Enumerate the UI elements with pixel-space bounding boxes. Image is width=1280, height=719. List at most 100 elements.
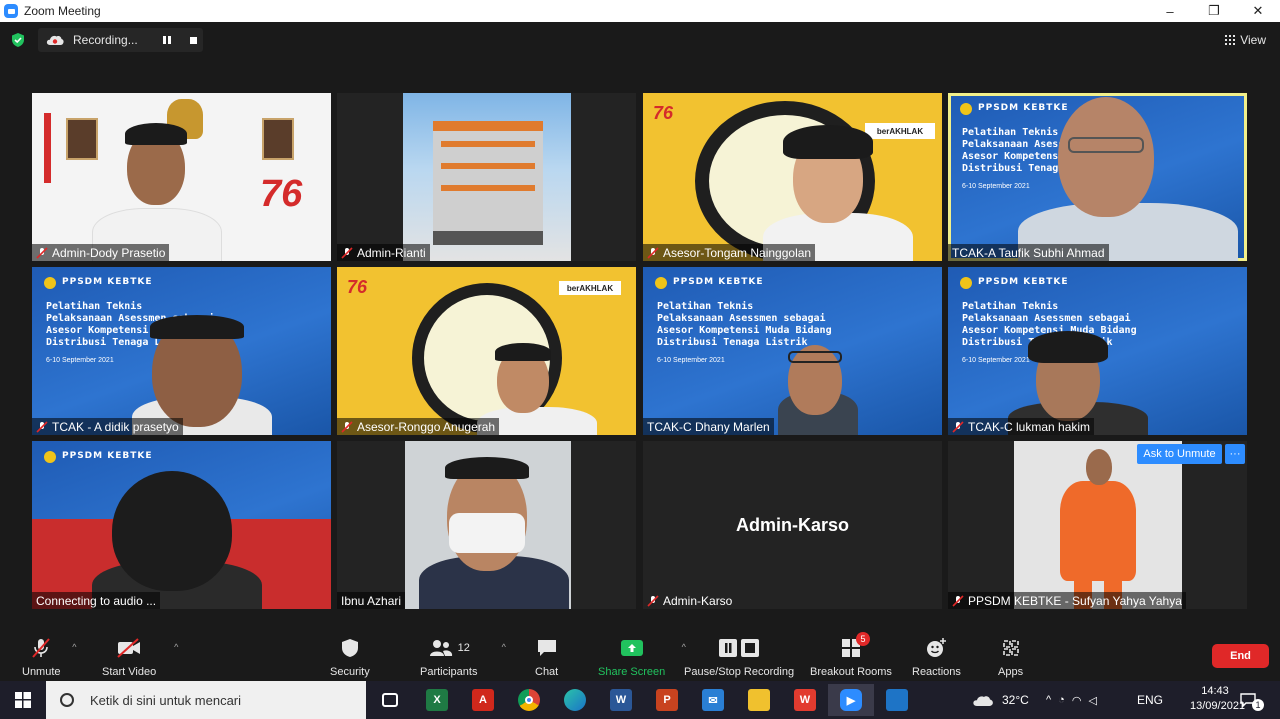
banner-date: 6-10 September 2021 [657, 357, 725, 364]
ask-to-unmute-button[interactable]: Ask to Unmute [1137, 444, 1222, 464]
edge-app[interactable] [552, 684, 598, 716]
clock-date: 13/09/2021 [1190, 700, 1246, 712]
wifi-icon[interactable]: ◠ [1072, 694, 1089, 707]
banner-org: PPSDM KEBTKE [62, 277, 153, 287]
share-screen-label: Share Screen [598, 666, 666, 678]
notification-count: 1 [1252, 699, 1264, 711]
close-button[interactable]: ✕ [1236, 0, 1280, 22]
participant-name: Admin-Karso [643, 592, 736, 609]
photos-app[interactable] [874, 684, 920, 716]
taskbar-clock[interactable]: 14:43 13/09/2021 [1190, 684, 1246, 714]
video-tile[interactable]: PPSDM KEBTKE Connecting to audio ... [32, 441, 331, 609]
volume-icon[interactable]: ◁ [1088, 694, 1103, 707]
share-screen-button[interactable]: ^ Share Screen [598, 636, 686, 678]
esdm-logo-icon [44, 277, 56, 289]
view-button[interactable]: View [1225, 33, 1266, 47]
title-bar: Zoom Meeting – ❐ ✕ [0, 0, 1280, 22]
meeting-toolbar: ^ Unmute ^ Start Video Security 12 ^ Par… [0, 628, 1280, 681]
share-screen-icon [620, 640, 643, 656]
banner-text: Pelatihan Teknis Pelaksanaan Asessmen seb… [657, 301, 832, 348]
esdm-logo-icon [44, 451, 56, 463]
security-label: Security [330, 666, 370, 678]
window-controls: – ❐ ✕ [1148, 0, 1280, 22]
participant-name: Admin-Dody Prasetio [32, 244, 170, 261]
participant-name: PPSDM KEBTKE - Sufyan Yahya Yahya [948, 592, 1186, 609]
breakout-rooms-button[interactable]: 5 Breakout Rooms [810, 632, 892, 678]
file-explorer-app[interactable] [736, 684, 782, 716]
chat-icon [537, 640, 556, 656]
excel-app[interactable]: X [414, 684, 460, 716]
mic-muted-icon [647, 594, 659, 607]
security-button[interactable]: Security [330, 636, 370, 678]
video-tile[interactable]: PPSDM KEBTKE Pelatihan Teknis Pelaksanaan… [643, 267, 942, 435]
video-tile[interactable]: Ibnu Azhari [337, 441, 636, 609]
photos-icon [886, 689, 908, 711]
video-tile[interactable]: PPSDM KEBTKE Pelatihan Teknis Pelaksanaan… [948, 267, 1247, 435]
taskbar-search-input[interactable]: Ketik di sini untuk mencari [46, 681, 366, 719]
task-view-button[interactable] [367, 684, 413, 716]
participant-name: TCAK-C Dhany Marlen [643, 418, 774, 435]
reactions-smiley-icon [927, 638, 947, 657]
weather-widget[interactable]: 32°C [972, 681, 1029, 719]
notification-center-button[interactable]: 1 [1240, 681, 1270, 719]
mail-app[interactable]: ✉ [690, 684, 736, 716]
video-tile[interactable]: Admin-Rianti [337, 93, 636, 261]
unmute-button[interactable]: ^ Unmute [22, 636, 77, 678]
show-hidden-icons-icon[interactable]: ^ [1046, 694, 1058, 706]
participant-name: TCAK-C lukman hakim [948, 418, 1095, 435]
view-label: View [1240, 33, 1266, 47]
language-indicator[interactable]: ENG [1137, 681, 1163, 719]
zoom-logo-icon [4, 4, 18, 18]
pause-stop-recording-button[interactable]: Pause/Stop Recording [684, 636, 794, 678]
video-tile-active-speaker[interactable]: PPSDM KEBTKE Pelatihan Teknis Pelaksanaan… [948, 93, 1247, 261]
powerpoint-app[interactable]: P [644, 684, 690, 716]
participant-name: Ibnu Azhari [337, 592, 406, 609]
participant-name: TCAK-A Taufik Subhi Ahmad [948, 244, 1109, 261]
system-tray-icons[interactable]: ^ ◔ ◠ ◁ [1046, 681, 1104, 719]
encryption-shield-icon[interactable] [10, 32, 26, 48]
recording-label: Recording... [73, 33, 138, 47]
video-tile[interactable]: Admin-Karso Admin-Karso [643, 441, 942, 609]
word-app[interactable]: W [598, 684, 644, 716]
start-video-button[interactable]: ^ Start Video [102, 636, 178, 678]
participants-count: 12 [457, 642, 470, 654]
network-status-icon[interactable]: ◔ [1058, 694, 1072, 706]
banner-date: 6-10 September 2021 [962, 357, 1030, 364]
breakout-badge: 5 [855, 632, 870, 646]
video-tile[interactable]: 76 Admin-Dody Prasetio [32, 93, 331, 261]
acrobat-app[interactable]: A [460, 684, 506, 716]
minimize-button[interactable]: – [1148, 0, 1192, 22]
participant-name: Asesor-Ronggo Anugerah [337, 418, 500, 435]
mail-icon: ✉ [702, 689, 724, 711]
chat-button[interactable]: Chat [535, 636, 558, 678]
video-tile[interactable]: PPSDM KEBTKE Pelatihan Teknis Pelaksanaan… [32, 267, 331, 435]
start-button[interactable] [0, 681, 46, 719]
participant-name: Admin-Rianti [337, 244, 430, 261]
video-tile[interactable]: PPSDM KEBTKE - Sufyan Yahya Yahya [948, 441, 1247, 609]
pause-recording-button[interactable] [159, 32, 175, 48]
participant-name: Connecting to audio ... [32, 592, 161, 609]
pdf-icon: A [472, 689, 494, 711]
apps-icon [1002, 640, 1019, 656]
anniversary-logo: 76 [347, 277, 368, 297]
apps-button[interactable]: Apps [998, 636, 1023, 678]
restore-button[interactable]: ❐ [1192, 0, 1236, 22]
zoom-app[interactable]: ▶ [828, 684, 874, 716]
anniversary-logo: 76 [260, 173, 303, 215]
powerpoint-icon: P [656, 689, 678, 711]
video-tile[interactable]: 76 berAKHLAK Asesor-Tongam Nainggolan [643, 93, 942, 261]
cloud-weather-icon [973, 696, 993, 706]
participants-button[interactable]: 12 ^ Participants [420, 636, 506, 678]
task-view-icon [382, 693, 398, 707]
stop-recording-button[interactable] [185, 32, 201, 48]
reactions-button[interactable]: Reactions [912, 636, 961, 678]
participants-icon [429, 640, 452, 656]
end-meeting-button[interactable]: End [1212, 644, 1269, 668]
recording-control-label: Pause/Stop Recording [684, 666, 795, 678]
chrome-app[interactable] [506, 684, 552, 716]
wps-icon: W [794, 689, 816, 711]
security-shield-icon [341, 639, 358, 657]
more-options-button[interactable]: ··· [1225, 444, 1245, 464]
wps-app[interactable]: W [782, 684, 828, 716]
video-tile[interactable]: 76 berAKHLAK Asesor-Ronggo Anugerah [337, 267, 636, 435]
